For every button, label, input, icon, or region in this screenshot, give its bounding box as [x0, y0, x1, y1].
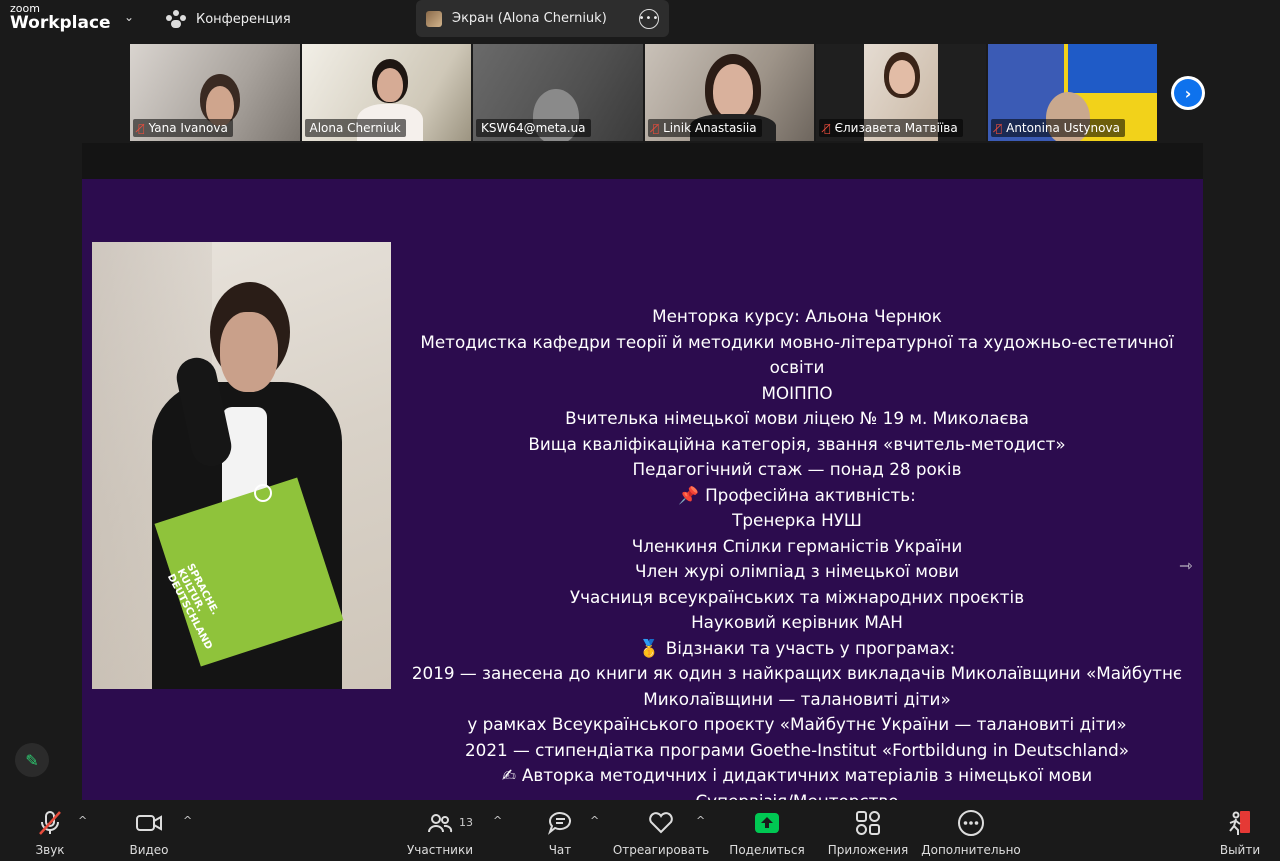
participants-count: 13 [459, 816, 473, 829]
logo-big-text: Workplace [10, 13, 111, 33]
more-label: Дополнительно [921, 843, 1021, 857]
slide-line: 2021 — стипендіатка програми Goethe-Inst… [465, 739, 1129, 760]
camera-icon [133, 808, 165, 838]
slide-line: Вища кваліфікаційна категорія, звання «в… [528, 433, 1066, 454]
share-screen-button[interactable]: Поделиться [728, 800, 806, 861]
presenter-avatar [426, 10, 442, 27]
slide-line: Учасниця всеукраїнських та міжнародних п… [569, 586, 1025, 607]
annotate-pencil-button[interactable]: ✎ [15, 743, 49, 777]
pencil-icon: ✎ [25, 750, 39, 770]
slide-line: 📌 Професійна активність: [391, 483, 1203, 509]
slide-line: Менторка курсу: Альона Чернюк [652, 306, 942, 326]
slide-line: ✍ Авторка методичних і дидактичних матері… [391, 763, 1203, 789]
slide-line: Вчителька німецької мови ліцею № 19 м. М… [565, 408, 1029, 428]
react-options-chevron-icon[interactable]: ^ [696, 814, 705, 827]
slide-line: Методистка кафедри теорії й методики мов… [420, 331, 1174, 378]
screen-share-label: Экран (Alona Cherniuk) [452, 11, 607, 26]
participant-tile[interactable]: 🎙̸ Єлизавета Матвіїва [816, 44, 986, 141]
top-bar: zoom Workplace ⌄ Конференция Экран (Alon… [0, 0, 1280, 42]
slide-next-arrow-icon[interactable]: ⇾ [1179, 556, 1192, 575]
participants-options-chevron-icon[interactable]: ^ [493, 814, 502, 827]
slide-line: Членкиня Спілки германістів України [631, 535, 963, 556]
chevron-down-icon[interactable]: ⌄ [124, 10, 134, 24]
participant-name-tag: 🎙̸ Єлизавета Матвіїва [819, 119, 963, 137]
audio-button[interactable]: Звук [30, 800, 70, 861]
slide-line: Член журі олімпіад з німецької мови [634, 561, 960, 581]
meeting-label: Конференция [196, 11, 291, 27]
participant-tile[interactable]: 🎙̸ Linik Anastasiia [644, 44, 814, 141]
participant-name: KSW64@meta.ua [481, 121, 586, 135]
mic-muted-icon: 🎙̸ [824, 121, 831, 135]
mentor-photo: SPRACHE. KULTUR. DEUTSCHLAND [92, 242, 391, 689]
slide-line: Тренерка НУШ [732, 510, 862, 530]
participant-name: Antonina Ustynova [1006, 121, 1120, 135]
leave-button[interactable]: Выйти [1218, 800, 1262, 861]
slide-line: у рамках Всеукраїнського проєкту «Майбут… [467, 714, 1127, 734]
apps-label: Приложения [827, 843, 909, 857]
react-button[interactable]: Отреагировать [612, 800, 710, 861]
meeting-icon [166, 10, 186, 28]
leave-label: Выйти [1219, 843, 1261, 857]
slide-line: 🥇 Відзнаки та участь у програмах: [391, 636, 1203, 662]
chevron-right-icon: › [1174, 79, 1202, 107]
participant-name-tag: KSW64@meta.ua [476, 119, 591, 137]
screen-share-pill[interactable]: Экран (Alona Cherniuk) ••• [416, 0, 669, 37]
shared-screen-topbar [82, 143, 1203, 179]
pin-icon: 📌 [678, 484, 700, 505]
mic-muted-icon: 🎙̸ [995, 121, 1003, 135]
apps-icon [852, 808, 884, 838]
participant-name-tag: 🎙̸ Yana Ivanova [133, 119, 233, 137]
participant-name: Alona Cherniuk [309, 121, 401, 135]
participant-tile[interactable]: 🎙̸ Yana Ivanova [130, 44, 300, 141]
heart-icon [645, 808, 677, 838]
audio-label: Звук [35, 843, 65, 857]
participant-name: Yana Ivanova [148, 121, 228, 135]
mic-muted-icon: 🎙̸ [652, 121, 660, 135]
leave-door-icon [1224, 808, 1256, 838]
participant-tile-active-speaker[interactable]: Alona Cherniuk [301, 44, 471, 141]
meeting-toolbar: Звук ^ Видео ^ Участники 13 ^ Чат ^ Отре… [0, 800, 1280, 861]
apps-button[interactable]: Приложения [826, 800, 910, 861]
participant-tile[interactable]: KSW64@meta.ua [473, 44, 643, 141]
participant-tile[interactable]: 🎙̸ Antonina Ustynova [987, 44, 1157, 141]
writing-hand-icon: ✍ [501, 765, 516, 785]
participants-icon [424, 808, 456, 838]
more-button[interactable]: Дополнительно [920, 800, 1022, 861]
meeting-info-button[interactable]: Конференция [166, 10, 291, 28]
goethe-logo-icon [254, 484, 272, 502]
medal-icon: 🥇 [638, 637, 660, 658]
participant-name: Єлизавета Матвіїва [834, 121, 958, 135]
share-label: Поделиться [729, 843, 805, 857]
more-icon [955, 808, 987, 838]
chat-options-chevron-icon[interactable]: ^ [590, 814, 599, 827]
slide-line: Миколаївщини — талановиті діти» [643, 688, 951, 709]
mic-muted-icon [34, 808, 66, 838]
participants-button[interactable]: Участники [404, 800, 476, 861]
video-button[interactable]: Видео [128, 800, 170, 861]
more-options-icon[interactable]: ••• [639, 8, 659, 29]
zoom-logo: zoom Workplace [10, 3, 111, 32]
video-options-chevron-icon[interactable]: ^ [183, 814, 192, 827]
audio-options-chevron-icon[interactable]: ^ [78, 814, 87, 827]
slide-line: 2019 — занесена до книги як один з найкр… [411, 663, 1183, 683]
participant-name-tag: 🎙̸ Antonina Ustynova [990, 119, 1125, 137]
chat-icon [544, 808, 576, 838]
chat-label: Чат [548, 843, 572, 857]
share-screen-icon [751, 808, 783, 838]
react-label: Отреагировать [612, 843, 710, 857]
participants-label: Участники [406, 843, 474, 857]
participant-name-tag: 🎙̸ Linik Anastasiia [647, 119, 762, 137]
participant-strip: 🎙̸ Yana Ivanova Alona Cherniuk KSW64@meta… [130, 44, 1157, 141]
slide-line: МОІППО [761, 382, 833, 403]
mic-muted-icon: 🎙̸ [138, 121, 145, 135]
slide-text-block: Менторка курсу: Альона Чернюк Методистка… [391, 304, 1203, 814]
video-label: Видео [129, 843, 169, 857]
shared-slide: SPRACHE. KULTUR. DEUTSCHLAND Менторка ку… [82, 179, 1203, 811]
slide-line: Науковий керівник МАН [691, 612, 903, 632]
slide-line: Педагогічний стаж — понад 28 років [632, 459, 962, 479]
next-page-button[interactable]: › [1171, 76, 1205, 110]
participant-name: Linik Anastasiia [663, 121, 757, 135]
participant-name-tag: Alona Cherniuk [304, 119, 406, 137]
chat-button[interactable]: Чат [540, 800, 580, 861]
